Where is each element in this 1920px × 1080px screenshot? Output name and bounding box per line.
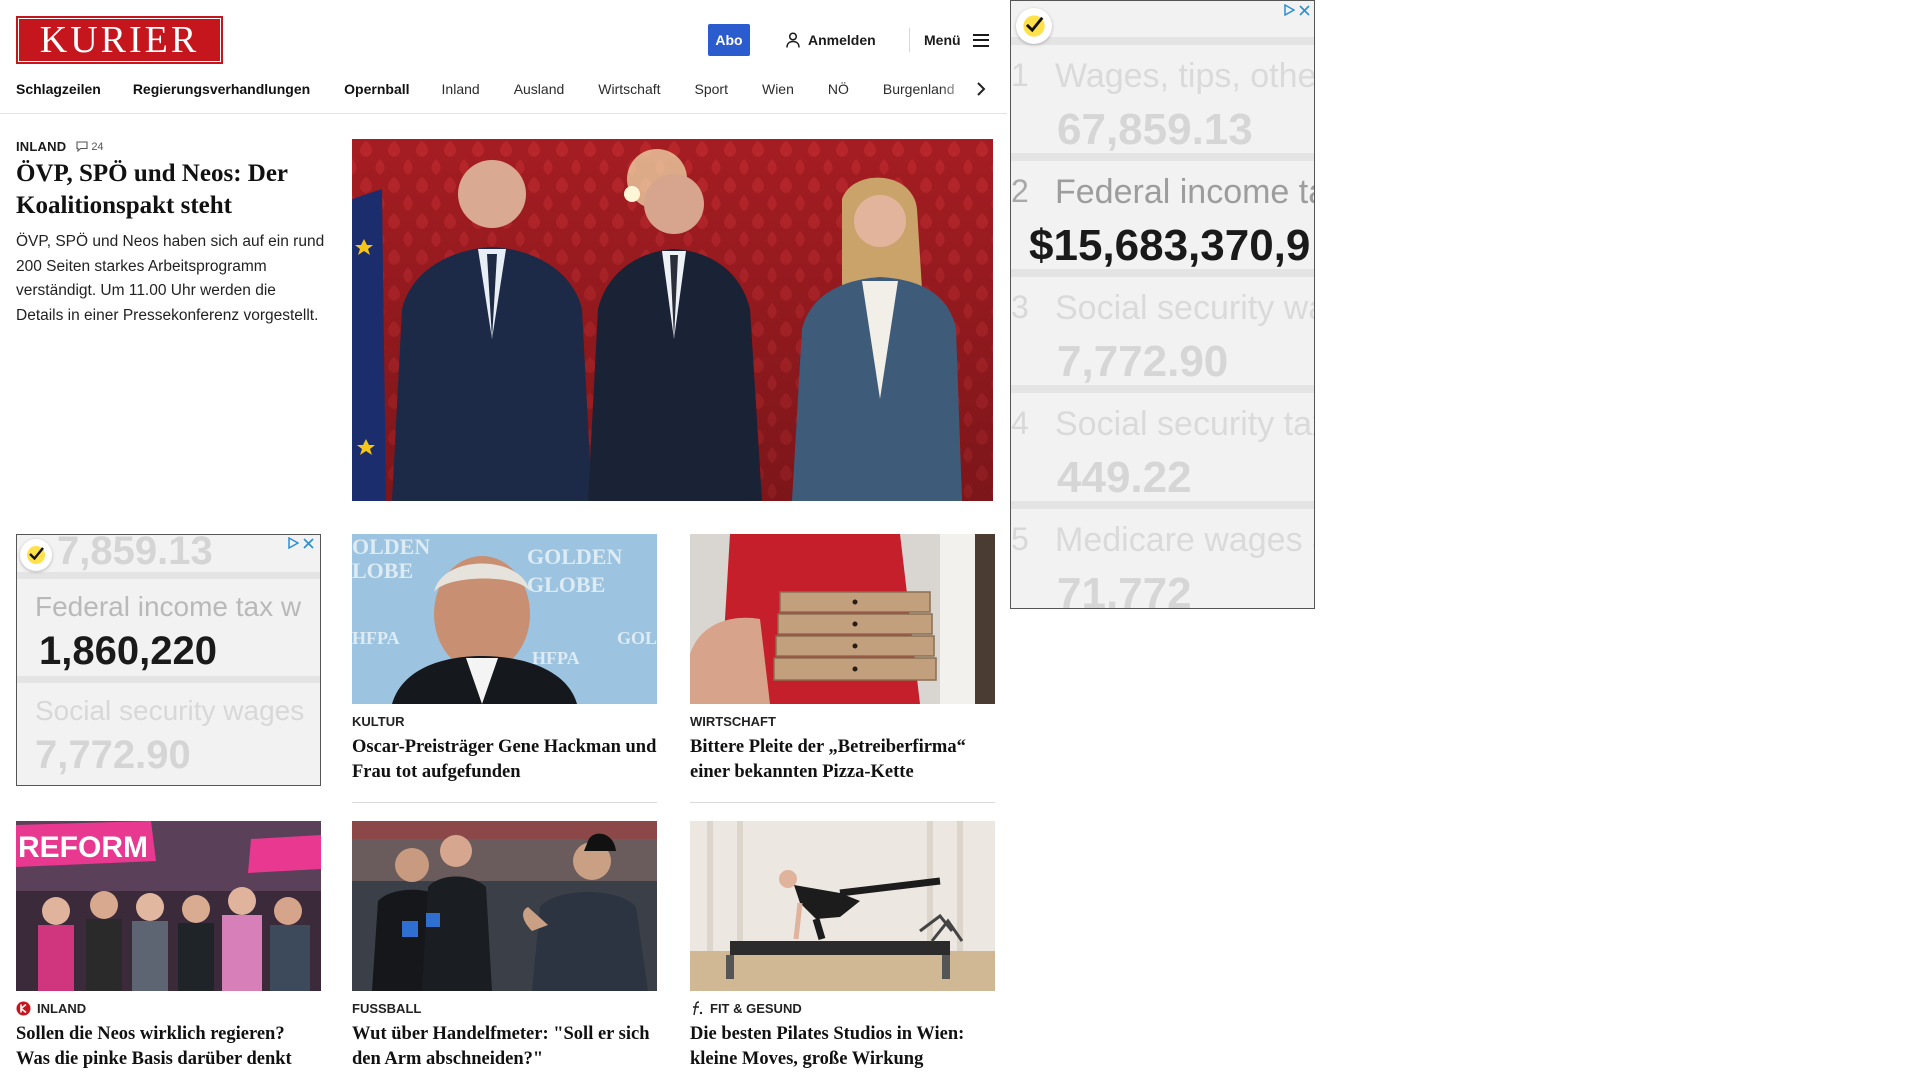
ad-large-rows: 1 Wages, tips, othe 67,859.13 2 Federal inco… — [1011, 45, 1315, 609]
ad-checkmark-icon — [20, 539, 52, 571]
card-kicker[interactable]: INLAND — [37, 1001, 86, 1016]
menu-button[interactable]: Menü — [924, 28, 989, 52]
svg-text:LOBE: LOBE — [352, 558, 413, 583]
main-nav: Schlagzeilen Regierungsverhandlungen Ope… — [16, 78, 986, 100]
card-kicker[interactable]: WIRTSCHAFT — [690, 714, 776, 729]
login-button[interactable]: Anmelden — [786, 28, 876, 52]
ad-large-row: 2 Federal income ta $15,683,370,9 — [1011, 161, 1314, 277]
ad-large-row-value: 71,772 — [1057, 569, 1192, 609]
ad-small[interactable]: 7,859.13 Federal income tax w 1,860,220 … — [16, 534, 321, 786]
hero-headline[interactable]: ÖVP, SPÖ und Neos: Der Koalitionspakt st… — [16, 158, 316, 222]
card-headline[interactable]: Wut über Handelfmeter: "Soll er sich den… — [352, 1022, 657, 1071]
comment-count[interactable]: 24 — [76, 140, 104, 153]
ad-large-header-strip — [1011, 1, 1314, 45]
nav-item-sport[interactable]: Sport — [695, 81, 728, 97]
svg-text:GOL: GOL — [617, 628, 657, 648]
ad-large-row: 3 Social security wa 7,772.90 — [1011, 277, 1314, 393]
nav-item-opernball[interactable]: Opernball — [344, 81, 409, 97]
comment-icon — [76, 141, 88, 152]
chevron-right-icon[interactable] — [974, 78, 988, 100]
nav-underline — [0, 113, 1007, 114]
article-image-football[interactable] — [352, 821, 657, 991]
ad-large-row-label: Wages, tips, othe — [1055, 57, 1315, 95]
nav-item-regierungsverhandlungen[interactable]: Regierungsverhandlungen — [133, 81, 310, 97]
svg-text:HFPA: HFPA — [352, 628, 400, 648]
card-divider — [690, 802, 995, 803]
hamburger-icon — [972, 33, 989, 47]
nav-item-inland[interactable]: Inland — [442, 81, 480, 97]
card-headline[interactable]: Die besten Pilates Studios in Wien: klei… — [690, 1022, 995, 1071]
nav-item-wien[interactable]: Wien — [762, 81, 794, 97]
ad-large-row-value: 449.22 — [1057, 453, 1192, 502]
article-card[interactable]: FIT & GESUND Die besten Pilates Studios … — [690, 821, 995, 1071]
kurier-plus-icon — [16, 1001, 31, 1015]
ad-large-row-value: $15,683,370,9 — [1029, 221, 1311, 270]
ad-large-row-number: 3 — [1011, 289, 1029, 325]
article-image-hackman[interactable]: OLDEN LOBE GOLDEN GLOBE HFPA HFPA GOL — [352, 534, 657, 704]
golden-globe-backdrop-text-2: GOLDEN — [527, 544, 622, 569]
ad-large-row: 1 Wages, tips, othe 67,859.13 — [1011, 45, 1314, 161]
hero-teaser: ÖVP, SPÖ und Neos haben sich auf ein run… — [16, 233, 325, 324]
card-kicker[interactable]: FUSSBALL — [352, 1001, 421, 1016]
hero-kicker[interactable]: INLAND — [16, 139, 66, 154]
adchoices-icon[interactable] — [1283, 4, 1295, 16]
svg-text:GLOBE: GLOBE — [527, 572, 605, 597]
ad-large-row-value: 7,772.90 — [1057, 337, 1229, 386]
ad-checkmark-icon — [1016, 8, 1052, 44]
card-divider — [352, 802, 657, 803]
close-icon[interactable] — [1299, 4, 1310, 16]
card-headline[interactable]: Sollen die Neos wirklich regieren? Was d… — [16, 1022, 321, 1071]
ad-large-row-label: Social security tax — [1055, 405, 1315, 443]
card-kicker[interactable]: KULTUR — [352, 714, 404, 729]
ad-large-row-value: 67,859.13 — [1057, 105, 1253, 154]
fit-gesund-icon — [693, 1000, 703, 1015]
ad-large[interactable]: 1 Wages, tips, othe 67,859.13 2 Federal inco… — [1010, 0, 1315, 609]
article-card[interactable]: OLDEN LOBE GOLDEN GLOBE HFPA HFPA GOL KU… — [352, 534, 657, 784]
abo-button[interactable]: Abo — [708, 24, 750, 56]
card-kicker[interactable]: FIT & GESUND — [710, 1001, 802, 1016]
ad-large-row-label: Medicare wages a — [1055, 521, 1315, 559]
login-label: Anmelden — [808, 32, 876, 48]
golden-globe-backdrop-text: OLDEN — [352, 534, 430, 559]
menu-label: Menü — [924, 32, 961, 48]
ad-large-row: 5 Medicare wages a 71,772 — [1011, 509, 1315, 609]
article-image-pilates[interactable] — [690, 821, 995, 991]
ad-small-value-2: 7,772.90 — [35, 733, 191, 777]
svg-text:HFPA: HFPA — [532, 648, 580, 668]
nav-item-noe[interactable]: NÖ — [828, 81, 849, 97]
ad-large-row-number: 5 — [1011, 521, 1029, 557]
ad-small-value-1: 1,860,220 — [39, 629, 217, 673]
ad-small-label-1: Federal income tax w — [35, 591, 302, 622]
ad-small-label-2: Social security wages — [35, 695, 305, 726]
hero-image[interactable] — [352, 139, 993, 501]
card-headline[interactable]: Bittere Pleite der „Betreiberfirma“ eine… — [690, 735, 995, 784]
close-icon[interactable] — [303, 537, 314, 549]
card-headline[interactable]: Oscar-Preisträger Gene Hackman und Frau … — [352, 735, 657, 784]
ad-large-row-label: Federal income ta — [1055, 173, 1315, 211]
article-image-neos[interactable]: REFORM — [16, 821, 321, 991]
ad-large-row: 4 Social security tax 449.22 — [1011, 393, 1314, 509]
ad-large-row-label: Social security wa — [1055, 289, 1315, 327]
nav-item-schlagzeilen[interactable]: Schlagzeilen — [16, 81, 101, 97]
article-card[interactable]: WIRTSCHAFT Bittere Pleite der „Betreiber… — [690, 534, 995, 784]
hero-meta: INLAND 24 — [16, 139, 104, 154]
ad-large-row-number: 1 — [1011, 57, 1029, 93]
reform-banner-text: REFORM — [18, 831, 148, 864]
nav-item-wirtschaft[interactable]: Wirtschaft — [598, 81, 660, 97]
ad-controls — [1283, 4, 1310, 16]
article-card[interactable]: REFORM INLAND Sollen die Neos wirklich r… — [16, 821, 321, 1071]
adchoices-icon[interactable] — [287, 537, 299, 549]
ad-large-row-number: 4 — [1011, 405, 1029, 441]
article-card[interactable]: FUSSBALL Wut über Handelfmeter: "Soll er… — [352, 821, 657, 1071]
user-icon — [786, 32, 800, 48]
ad-controls — [287, 537, 314, 549]
article-image-pizza[interactable] — [690, 534, 995, 704]
ad-large-row-number: 2 — [1011, 173, 1029, 209]
kurier-logo[interactable]: KURIER — [16, 16, 223, 64]
ad-small-top-value: 7,859.13 — [57, 534, 213, 573]
nav-item-ausland[interactable]: Ausland — [514, 81, 565, 97]
header-divider — [909, 28, 910, 52]
comment-count-value: 24 — [91, 140, 104, 153]
